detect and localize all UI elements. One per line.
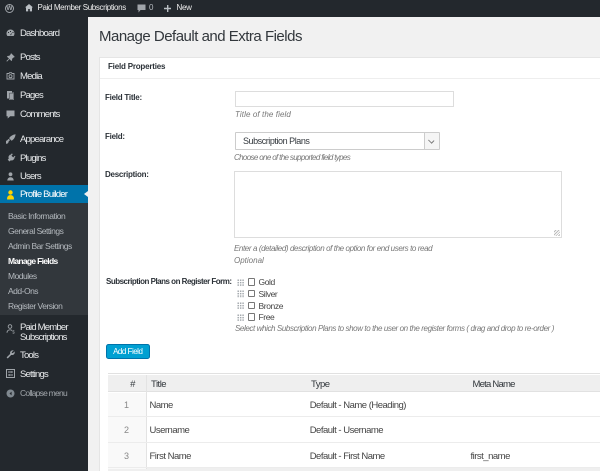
svg-text:$: $ xyxy=(12,329,15,334)
